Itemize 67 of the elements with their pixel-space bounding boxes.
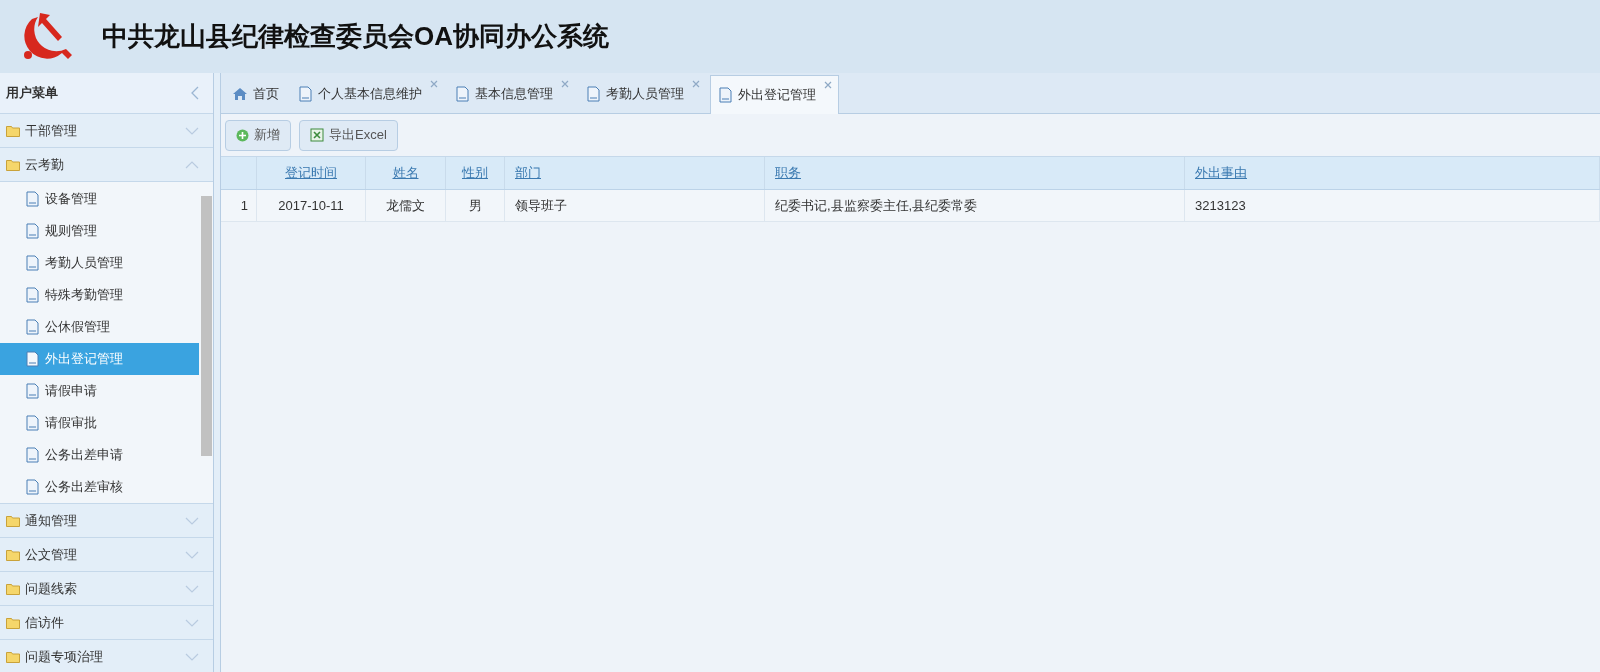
- chevron-down-icon[interactable]: [185, 516, 199, 525]
- table-cell-text: 3213123: [1195, 196, 1246, 215]
- menu-item[interactable]: 设备管理: [0, 183, 199, 215]
- document-icon: [26, 383, 39, 399]
- document-icon: [719, 87, 732, 103]
- document-icon: [26, 351, 39, 367]
- column-header-link[interactable]: 部门: [515, 163, 541, 183]
- table-cell-text: 龙儒文: [386, 196, 425, 215]
- document-icon: [456, 86, 469, 102]
- column-header-link[interactable]: 职务: [775, 163, 801, 183]
- document-icon: [26, 479, 39, 495]
- tab[interactable]: 个人基本信息维护: [291, 75, 444, 113]
- menu-item[interactable]: 公务出差申请: [0, 439, 199, 471]
- chevron-down-icon[interactable]: [185, 550, 199, 559]
- chevron-down-icon[interactable]: [185, 618, 199, 627]
- chevron-down-icon[interactable]: [185, 126, 199, 135]
- folder-icon: [6, 650, 20, 663]
- document-icon: [587, 86, 600, 102]
- table-cell-text: 纪委书记,县监察委主任,县纪委常委: [775, 196, 978, 215]
- add-button[interactable]: 新增: [225, 119, 291, 151]
- folder-icon: [6, 158, 20, 171]
- chevron-down-icon[interactable]: [185, 584, 199, 593]
- home-icon: [233, 88, 247, 100]
- menu-item[interactable]: 特殊考勤管理: [0, 279, 199, 311]
- document-icon: [26, 255, 39, 271]
- close-icon[interactable]: [561, 80, 569, 88]
- menu-item[interactable]: 规则管理: [0, 215, 199, 247]
- column-header-link[interactable]: 登记时间: [285, 163, 337, 183]
- row-number: 1: [240, 196, 248, 215]
- close-icon[interactable]: [430, 80, 438, 88]
- folder-icon: [6, 548, 20, 561]
- document-icon: [26, 191, 39, 207]
- chevron-up-icon[interactable]: [185, 160, 199, 169]
- column-header-link[interactable]: 姓名: [392, 163, 419, 183]
- menu-item[interactable]: 考勤人员管理: [0, 247, 199, 279]
- document-icon: [26, 447, 39, 463]
- spreadsheet-icon: [310, 128, 324, 142]
- document-icon: [26, 319, 39, 335]
- system-title: 中共龙山县纪律检查委员会OA协同办公系统: [102, 20, 609, 53]
- plus-circle-icon: [236, 128, 249, 142]
- tab[interactable]: 外出登记管理: [710, 75, 839, 114]
- tab[interactable]: 考勤人员管理: [579, 75, 706, 113]
- menu-item[interactable]: 公休假管理: [0, 311, 199, 343]
- close-icon[interactable]: [824, 81, 832, 89]
- table-cell-text: 领导班子: [515, 196, 567, 215]
- document-icon: [299, 86, 312, 102]
- menu-item[interactable]: 请假审批: [0, 407, 199, 439]
- menu-item[interactable]: 公务出差审核: [0, 471, 199, 503]
- folder-icon: [6, 514, 20, 527]
- collapse-icon[interactable]: [191, 86, 199, 100]
- sidebar-title: 用户菜单: [6, 84, 58, 103]
- folder-icon: [6, 582, 20, 595]
- tab[interactable]: 首页: [225, 75, 287, 113]
- folder-icon: [6, 616, 20, 629]
- tab[interactable]: 基本信息管理: [448, 75, 575, 113]
- table-cell-text: 2017-10-11: [278, 196, 344, 215]
- document-icon: [26, 223, 39, 239]
- document-icon: [26, 415, 39, 431]
- folder-icon: [6, 124, 20, 137]
- export-button[interactable]: 导出Excel: [299, 119, 398, 151]
- close-icon[interactable]: [692, 80, 700, 88]
- table-cell-text: 男: [468, 196, 482, 215]
- menu-item[interactable]: 请假申请: [0, 375, 199, 407]
- chevron-down-icon[interactable]: [185, 652, 199, 661]
- column-header-link[interactable]: 性别: [462, 163, 488, 183]
- document-icon: [26, 287, 39, 303]
- column-header-link[interactable]: 外出事由: [1195, 163, 1247, 183]
